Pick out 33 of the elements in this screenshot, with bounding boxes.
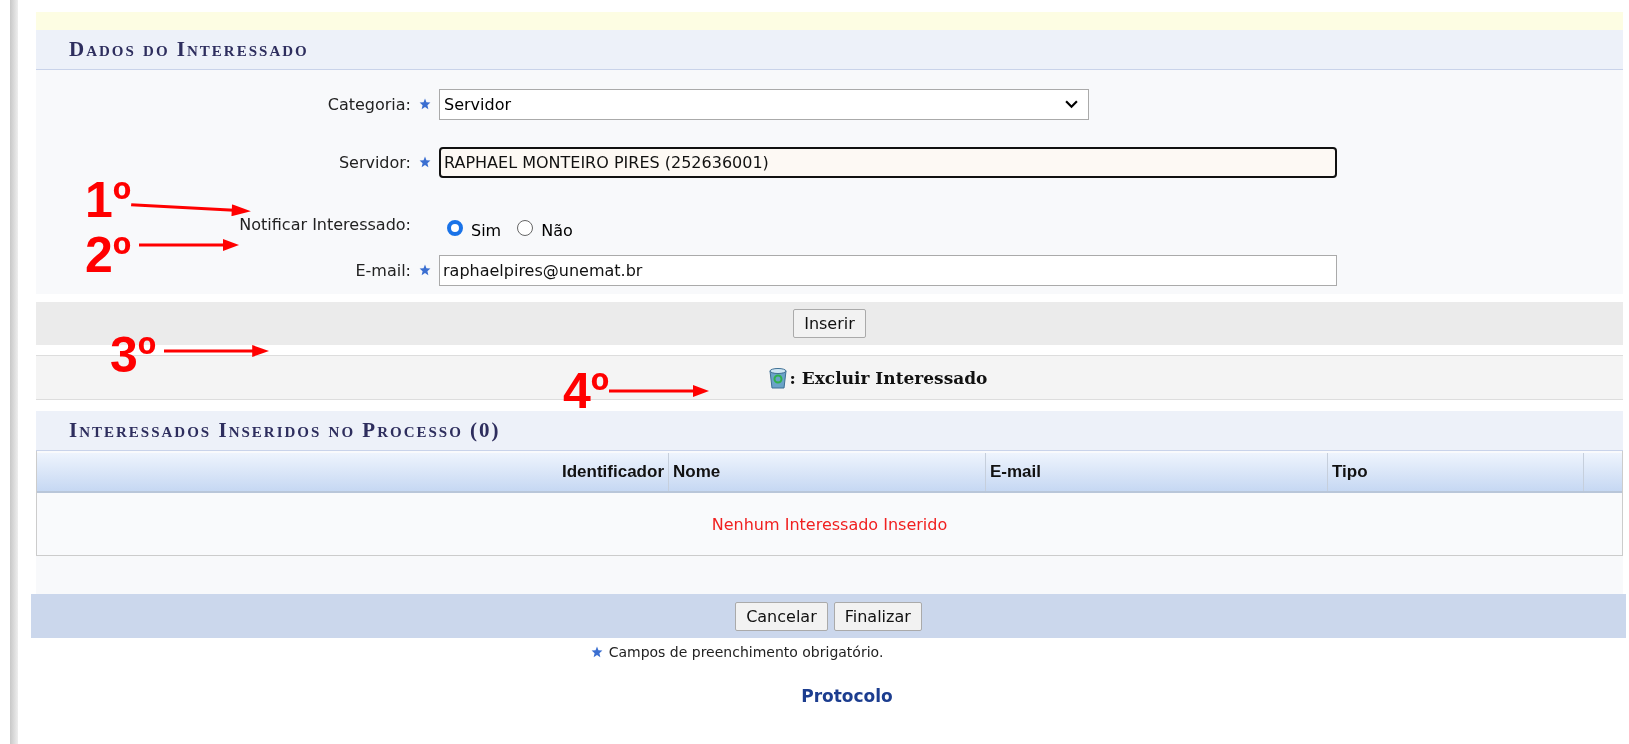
section-title: Dados do Interessado <box>36 30 1623 70</box>
field-label: Categoria: <box>326 94 411 114</box>
legend-text: : Excluir Interessado <box>789 367 988 388</box>
radio-label: Não <box>541 220 573 240</box>
category-select[interactable]: Servidor <box>439 88 1089 120</box>
trash-icon <box>767 366 788 389</box>
field-label: E-mail: <box>354 260 411 280</box>
required-star-icon <box>419 264 431 276</box>
empty-message: Nenhum Interessado Inserido <box>711 514 948 534</box>
required-star-icon <box>590 646 603 658</box>
column-header: Nome <box>669 453 986 491</box>
footer-button[interactable]: Cancelar <box>735 601 828 631</box>
annotation-label: 1º <box>85 175 132 225</box>
chevron-down-icon <box>1065 99 1078 109</box>
section-title: Interessados Inseridos no Processo (0) <box>36 411 1623 451</box>
protocolo-link[interactable]: Protocolo <box>801 686 893 706</box>
text-field[interactable]: RAPHAEL MONTEIRO PIRES (252636001) <box>439 146 1337 178</box>
radio-button[interactable] <box>447 220 463 236</box>
field-label: Notificar Interessado: <box>238 214 411 234</box>
required-star-icon <box>419 98 431 110</box>
column-header: Tipo <box>1328 453 1584 491</box>
radio-label: Sim <box>471 220 502 240</box>
annotation-label: 2º <box>85 230 132 280</box>
field-label: Servidor: <box>337 152 411 172</box>
column-header: Identificador <box>37 453 669 491</box>
annotation-label: 3º <box>110 330 157 380</box>
text-field[interactable]: raphaelpires@unemat.br <box>439 254 1337 286</box>
footer-button[interactable]: Finalizar <box>833 601 922 631</box>
column-header: E-mail <box>986 453 1328 491</box>
required-note: Campos de preenchimento obrigatório. <box>608 644 884 660</box>
radio-button[interactable] <box>517 220 534 236</box>
required-star-icon <box>419 156 431 168</box>
insert-button[interactable]: Inserir <box>793 309 866 338</box>
